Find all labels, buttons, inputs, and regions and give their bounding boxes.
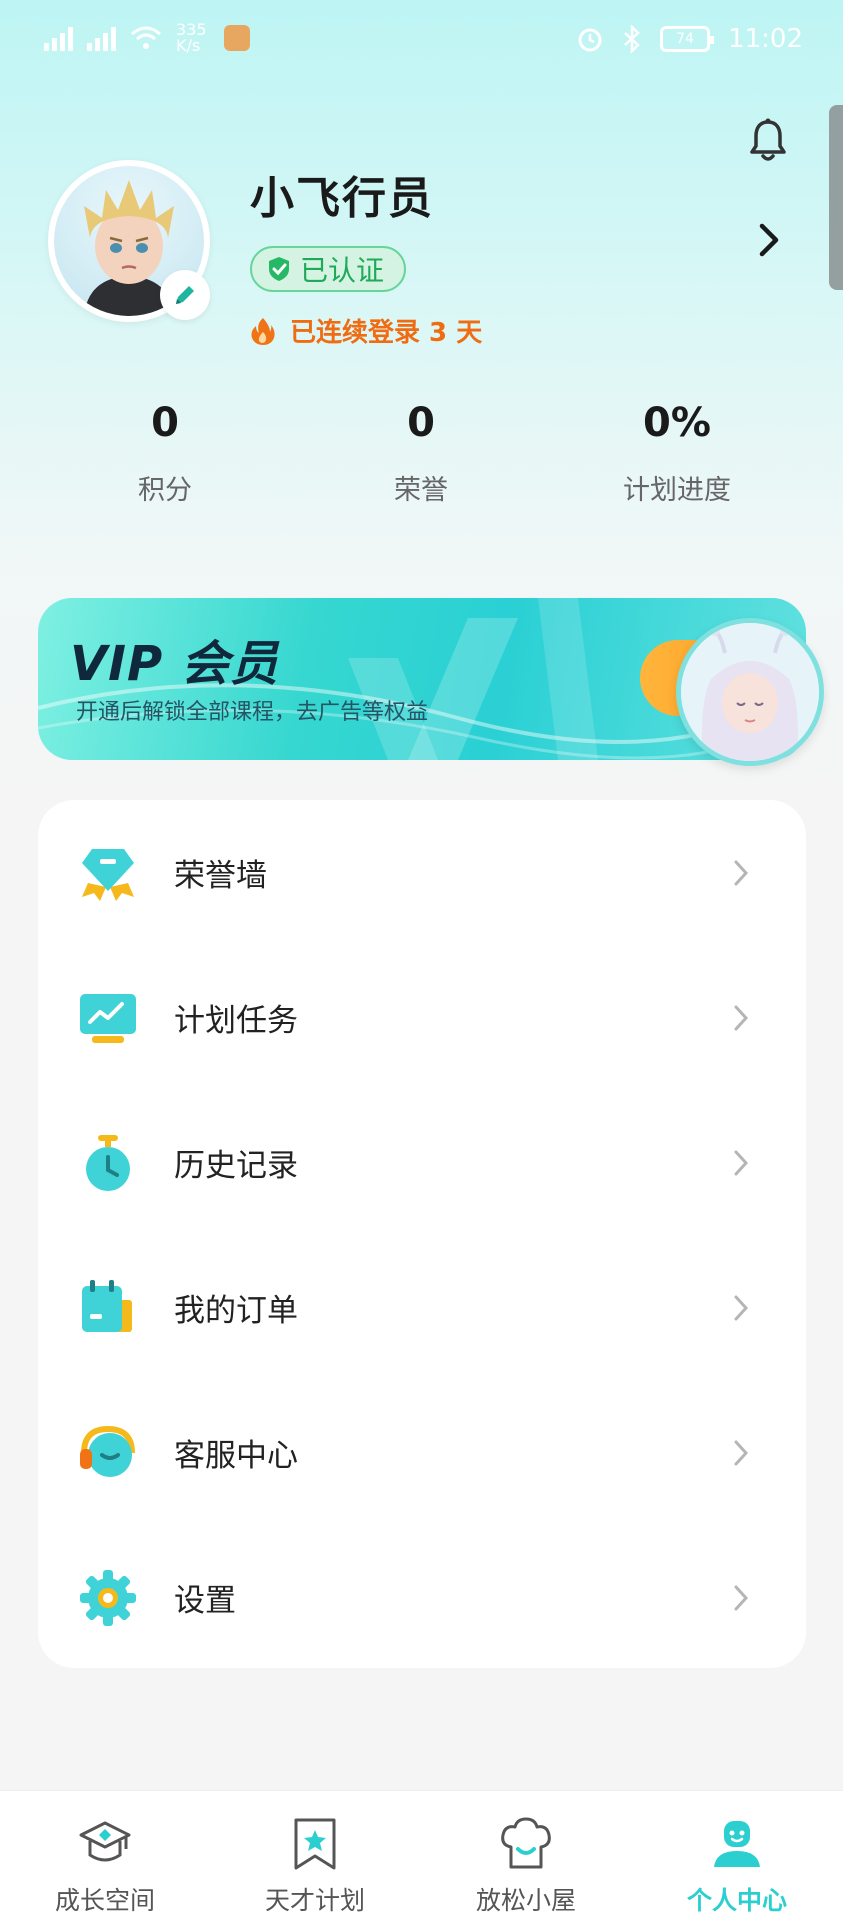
- network-speed: 335 K/s: [176, 20, 207, 55]
- vip-subtitle: 开通后解锁全部课程，去广告等权益: [76, 700, 429, 725]
- verified-label: 已认证: [300, 254, 385, 287]
- chevron-right-icon: [734, 860, 749, 885]
- wifi-icon: [131, 26, 161, 49]
- stat-points[interactable]: 0 积分: [65, 400, 265, 507]
- nav-genius-plan[interactable]: 天才计划: [230, 1791, 400, 1920]
- nav-label: 天才计划: [264, 1886, 365, 1915]
- badge-icon: [82, 848, 134, 901]
- chevron-right-icon: [734, 1295, 749, 1320]
- graduation-cap-icon: [79, 1821, 131, 1862]
- shield-check-icon: [269, 257, 289, 281]
- person-icon: [714, 1821, 760, 1867]
- nav-label-active: 个人中心: [686, 1886, 787, 1915]
- chevron-right-icon: [734, 1585, 749, 1610]
- status-bar: 335 K/s 74 11:02: [0, 0, 843, 80]
- bluetooth-icon: [624, 25, 640, 53]
- menu-item-label: 客服中心: [174, 1438, 298, 1474]
- flame-icon: [251, 317, 275, 345]
- chef-hat-icon: [501, 1817, 551, 1869]
- battery-level: 74: [676, 31, 694, 47]
- nav-label: 成长空间: [54, 1886, 155, 1915]
- menu-item-plan-tasks[interactable]: 计划任务: [38, 945, 806, 1090]
- menu-item-my-orders[interactable]: 我的订单: [38, 1235, 806, 1380]
- nav-growth-space[interactable]: 成长空间: [20, 1791, 190, 1920]
- chevron-right-icon: [734, 1440, 749, 1465]
- stat-honor-label: 荣誉: [394, 475, 448, 506]
- stat-plan-progress[interactable]: 0% 计划进度: [577, 400, 777, 507]
- alarm-icon: [578, 28, 602, 52]
- mascot-doll-icon: [681, 623, 819, 761]
- menu-item-honor-wall[interactable]: 荣誉墙: [38, 800, 806, 945]
- menu-item-settings[interactable]: 设置: [38, 1525, 806, 1670]
- app-notification-icon: [224, 25, 250, 51]
- login-streak: 已连续登录 3 天: [250, 312, 482, 349]
- menu-item-label: 设置: [174, 1583, 236, 1619]
- username: 小飞行员: [250, 173, 434, 224]
- chevron-right-icon: [734, 1150, 749, 1175]
- menu-card: 荣誉墙 计划任务 历史记录 我的订单 客服中心 设置: [38, 800, 806, 1668]
- status-bar-left: 335 K/s: [44, 22, 250, 54]
- pencil-icon: [176, 286, 194, 304]
- status-bar-right: 74 11:02: [576, 24, 803, 54]
- stat-honor-value: 0: [407, 400, 435, 446]
- nav-relax-room[interactable]: 放松小屋: [441, 1791, 611, 1920]
- battery-icon: 74: [660, 26, 715, 52]
- side-drag-handle[interactable]: [829, 105, 843, 290]
- stat-points-value: 0: [151, 400, 179, 446]
- verified-badge: 已认证: [250, 246, 407, 292]
- vip-title: VIP 会员: [70, 636, 279, 692]
- order-icon: [82, 1279, 132, 1332]
- edit-avatar-button[interactable]: [160, 270, 210, 320]
- signal-icon: [44, 25, 73, 51]
- stat-honor[interactable]: 0 荣誉: [321, 400, 521, 507]
- chart-icon: [80, 993, 136, 1043]
- menu-item-history[interactable]: 历史记录: [38, 1090, 806, 1235]
- headset-icon: [80, 1425, 135, 1477]
- menu-item-customer-service[interactable]: 客服中心: [38, 1380, 806, 1525]
- menu-item-label: 我的订单: [174, 1293, 298, 1329]
- bottom-nav: 成长空间 天才计划 放松小屋 个人中心: [0, 1790, 843, 1920]
- menu-item-label: 计划任务: [174, 1003, 298, 1039]
- profile-detail-chevron-icon[interactable]: [757, 222, 781, 258]
- bookmark-star-icon: [294, 1818, 336, 1870]
- bell-icon[interactable]: [748, 118, 788, 164]
- stat-plan-progress-value: 0%: [643, 400, 711, 446]
- signal-2-icon: [87, 25, 116, 51]
- menu-item-label: 历史记录: [174, 1148, 298, 1184]
- menu-item-label: 荣誉墙: [174, 858, 267, 894]
- stat-points-label: 积分: [138, 475, 192, 506]
- clock: 11:02: [728, 24, 803, 54]
- timer-icon: [86, 1134, 130, 1191]
- streak-text: 已连续登录 3 天: [290, 318, 483, 348]
- chevron-right-icon: [734, 1005, 749, 1030]
- nav-label: 放松小屋: [475, 1886, 576, 1915]
- nav-personal-center[interactable]: 个人中心: [652, 1791, 822, 1920]
- vip-mascot-image: [676, 618, 824, 766]
- stat-plan-progress-label: 计划进度: [623, 475, 731, 506]
- gear-icon: [80, 1569, 136, 1626]
